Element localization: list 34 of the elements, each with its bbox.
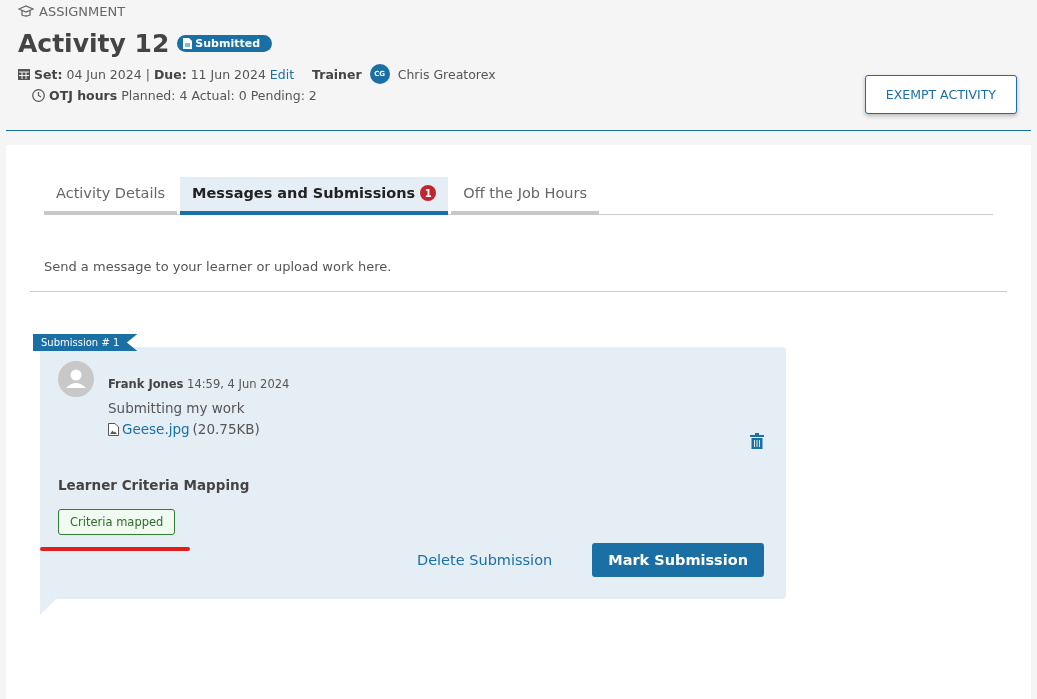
- trainer-label: Trainer: [312, 66, 362, 82]
- date-separator: |: [145, 66, 150, 82]
- tab[interactable]: Messages and Submissions 1: [180, 177, 449, 215]
- clock-icon: [32, 89, 45, 102]
- file-size: (20.75KB): [192, 421, 260, 437]
- calendar-icon: [18, 68, 30, 80]
- edit-link[interactable]: Edit: [269, 66, 295, 82]
- due-date: 11 Jun 2024: [190, 66, 266, 82]
- mapping-title: Learner Criteria Mapping: [58, 477, 251, 493]
- tab[interactable]: Activity Details: [44, 177, 178, 215]
- trash-icon[interactable]: [750, 433, 764, 449]
- image-file-icon: [108, 422, 119, 436]
- set-label: Set:: [34, 66, 63, 82]
- activity-title: Activity 12: [18, 29, 170, 58]
- criteria-status-tag: Criteria mapped: [58, 509, 176, 535]
- trainer-name: Chris Greatorex: [397, 66, 496, 82]
- graduation-cap-icon: [18, 5, 34, 18]
- submission-ribbon: Submission # 1: [33, 334, 138, 351]
- mark-submission-button[interactable]: Mark Submission: [592, 543, 764, 577]
- due-label: Due:: [153, 66, 187, 82]
- section-label: ASSIGNMENT: [39, 4, 126, 19]
- author-line: Frank Jones 14:59, 4 Jun 2024: [108, 377, 290, 391]
- otj-label: OTJ hours: [49, 88, 118, 103]
- otj-values: Planned: 4 Actual: 0 Pending: 2: [121, 88, 317, 103]
- avatar-silhouette-icon: [58, 361, 94, 397]
- intro-text: Send a message to your learner or upload work here.: [44, 259, 393, 276]
- tab[interactable]: Off the Job Hours: [451, 177, 600, 215]
- set-date: 04 Jun 2024: [66, 66, 142, 82]
- message-text: Submitting my work: [108, 400, 246, 416]
- file-link[interactable]: Geese.jpg: [122, 421, 190, 437]
- delete-submission-button[interactable]: Delete Submission: [411, 551, 559, 569]
- exempt-activity-button[interactable]: EXEMPT ACTIVITY: [864, 75, 1017, 114]
- status-badge: Submitted: [177, 35, 273, 52]
- count-badge: 1: [420, 185, 437, 201]
